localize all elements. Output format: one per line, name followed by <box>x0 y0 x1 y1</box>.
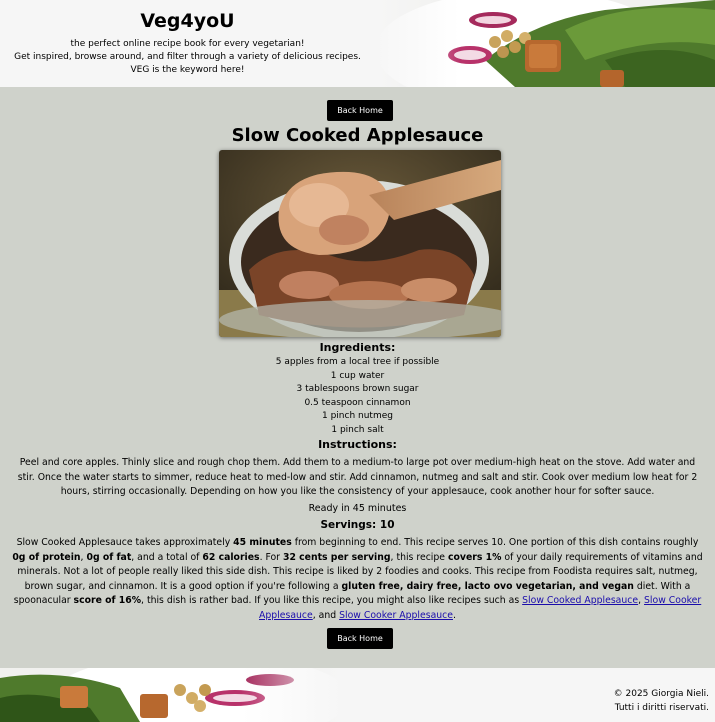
tagline-line: VEG is the keyword here! <box>130 65 245 75</box>
header-salad-image <box>375 0 715 87</box>
summary-text: Slow Cooked Applesauce takes approximate… <box>16 537 234 548</box>
summary-highlight: 0g of protein <box>12 551 81 563</box>
summary-text: . For <box>259 551 283 563</box>
instructions-heading: Instructions: <box>318 438 397 451</box>
copyright-text: © 2025 Giorgia Nieli. <box>613 689 709 699</box>
back-home-button[interactable]: Back Home <box>327 628 393 649</box>
summary-highlight: 62 calories <box>202 551 260 563</box>
footer-text-block: © 2025 Giorgia Nieli. Tutti i diritti ri… <box>614 687 709 715</box>
ingredient-item: 1 cup water <box>330 370 385 381</box>
summary-text: , and a total of <box>131 551 203 563</box>
ingredient-item: 5 apples from a local tree if possible <box>275 357 440 367</box>
rights-text: Tutti i diritti riservati. <box>614 703 709 713</box>
summary-text: . <box>453 609 456 621</box>
summary-highlight: score of 16% <box>73 595 142 607</box>
site-footer: © 2025 Giorgia Nieli. Tutti i diritti ri… <box>0 668 715 722</box>
summary-highlight: gluten free, dairy free, lacto ovo veget… <box>341 580 634 592</box>
servings: Servings: 10 <box>320 519 395 531</box>
summary-text: , and <box>312 609 340 621</box>
tagline-line: Get inspired, browse around, and filter … <box>14 52 361 62</box>
summary-text: , this dish is rather bad. If you like t… <box>141 595 523 607</box>
back-home-button[interactable]: Back Home <box>327 100 393 121</box>
related-recipe-link[interactable]: Slow Cooked Applesauce <box>522 595 638 606</box>
ingredient-item: 0.5 teaspoon cinnamon <box>304 397 411 408</box>
ingredient-item: 3 tablespoons brown sugar <box>296 384 419 395</box>
site-brand: Veg4yoU <box>140 10 235 32</box>
site-header: Veg4yoU the perfect online recipe book f… <box>0 0 715 87</box>
header-text-block: Veg4yoU the perfect online recipe book f… <box>0 10 375 77</box>
summary-highlight: 45 minutes <box>233 537 292 548</box>
ingredient-item: 1 pinch salt <box>331 424 384 435</box>
ingredients-heading: Ingredients: <box>319 341 396 354</box>
footer-salad-image <box>0 668 345 722</box>
summary-highlight: 32 cents per serving <box>282 551 391 563</box>
summary-text: from beginning to end. This recipe serve… <box>291 537 699 548</box>
tagline-line: the perfect online recipe book for every… <box>70 39 305 49</box>
ingredient-item: 1 pinch nutmeg <box>322 411 393 422</box>
instructions-text: Peel and core apples. Thinly slice and r… <box>17 457 698 498</box>
summary-highlight: covers 1% <box>447 551 502 563</box>
ready-time: Ready in 45 minutes <box>308 503 407 514</box>
recipe-summary: Slow Cooked Applesauce takes approximate… <box>10 536 705 624</box>
summary-highlight: 0g of fat <box>86 551 132 563</box>
ingredients-list: 5 apples from a local tree if possible 1… <box>0 356 715 438</box>
recipe-title: Slow Cooked Applesauce <box>231 125 484 146</box>
summary-text: , this recipe <box>390 551 448 563</box>
related-recipe-link[interactable]: Slow Cooker Applesauce <box>339 610 453 621</box>
recipe-photo <box>219 150 501 337</box>
